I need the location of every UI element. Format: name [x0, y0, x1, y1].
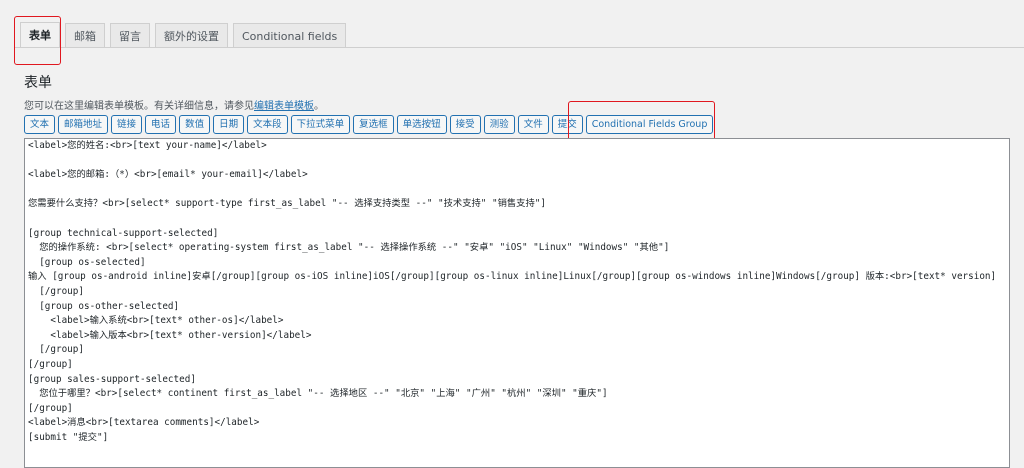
tag-button-radio[interactable]: 单选按钮	[396, 115, 447, 134]
description-text: 您可以在这里编辑表单模板。有关详细信息，请参见	[24, 101, 254, 112]
editor-line: <label>消息<br>[textarea comments]</label>	[28, 417, 260, 429]
section-title: 表单	[24, 75, 52, 91]
editor-line: [/group]	[28, 285, 84, 297]
section-description: 您可以在这里编辑表单模板。有关详细信息，请参见编辑表单模板。	[24, 97, 324, 112]
tab-mail[interactable]: 邮箱	[65, 23, 105, 48]
tab-messages[interactable]: 留言	[110, 23, 150, 48]
tag-button-number[interactable]: 数值	[179, 115, 211, 134]
edit-form-template-link[interactable]: 编辑表单模板	[254, 101, 314, 112]
editor-line: [group sales-support-selected]	[28, 373, 196, 385]
editor-line: [/group]	[28, 358, 73, 370]
editor-line: [submit "提交"]	[28, 431, 109, 443]
tag-button-acceptance[interactable]: 接受	[449, 115, 481, 134]
form-template-editor[interactable]: <label>您的姓名:<br>[text your-name]</label>…	[24, 138, 1010, 468]
tag-button-tel[interactable]: 电话	[145, 115, 177, 134]
tag-button-select[interactable]: 下拉式菜单	[290, 115, 351, 134]
tag-button-quiz[interactable]: 测验	[483, 115, 515, 134]
tag-button-date[interactable]: 日期	[213, 115, 245, 134]
editor-line: [group os-selected]	[28, 256, 146, 268]
tag-button-file[interactable]: 文件	[517, 115, 549, 134]
tab-additional-settings[interactable]: 额外的设置	[155, 23, 228, 48]
editor-line: 您的操作系统: <br>[select* operating-system fi…	[28, 242, 670, 254]
tabs-divider	[14, 47, 1024, 48]
highlight-box-form-tab	[14, 16, 61, 65]
editor-line: <label>输入系统<br>[text* other-os]</label>	[28, 315, 284, 327]
tag-button-url[interactable]: 链接	[111, 115, 143, 134]
editor-line: [/group]	[28, 402, 73, 414]
tag-button-text[interactable]: 文本	[24, 115, 56, 134]
editor-line: <label>您的邮箱:（*）<br>[email* your-email]</…	[28, 169, 308, 181]
editor-line: [group os-other-selected]	[28, 300, 180, 312]
editor-line: <label>输入版本<br>[text* other-version]</la…	[28, 329, 312, 341]
editor-line: 您需要什么支持？<br>[select* support-type first_…	[28, 198, 546, 210]
tag-button-checkbox[interactable]: 复选框	[353, 115, 394, 134]
description-suffix: 。	[314, 101, 324, 112]
tab-conditional-fields[interactable]: Conditional fields	[233, 23, 347, 48]
editor-line: 输入 [group os-android inline]安卓[/group][g…	[28, 271, 997, 283]
editor-line: 您位于哪里？<br>[select* continent first_as_la…	[28, 388, 608, 400]
editor-line: [/group]	[28, 344, 84, 356]
editor-tabs: 表单 邮箱 留言 额外的设置 Conditional fields	[20, 22, 347, 48]
editor-line: [group technical-support-selected]	[28, 227, 219, 239]
editor-line: <label>您的姓名:<br>[text your-name]</label>	[28, 140, 267, 151]
tag-button-email[interactable]: 邮箱地址	[58, 115, 109, 134]
tag-button-textarea[interactable]: 文本段	[247, 115, 288, 134]
